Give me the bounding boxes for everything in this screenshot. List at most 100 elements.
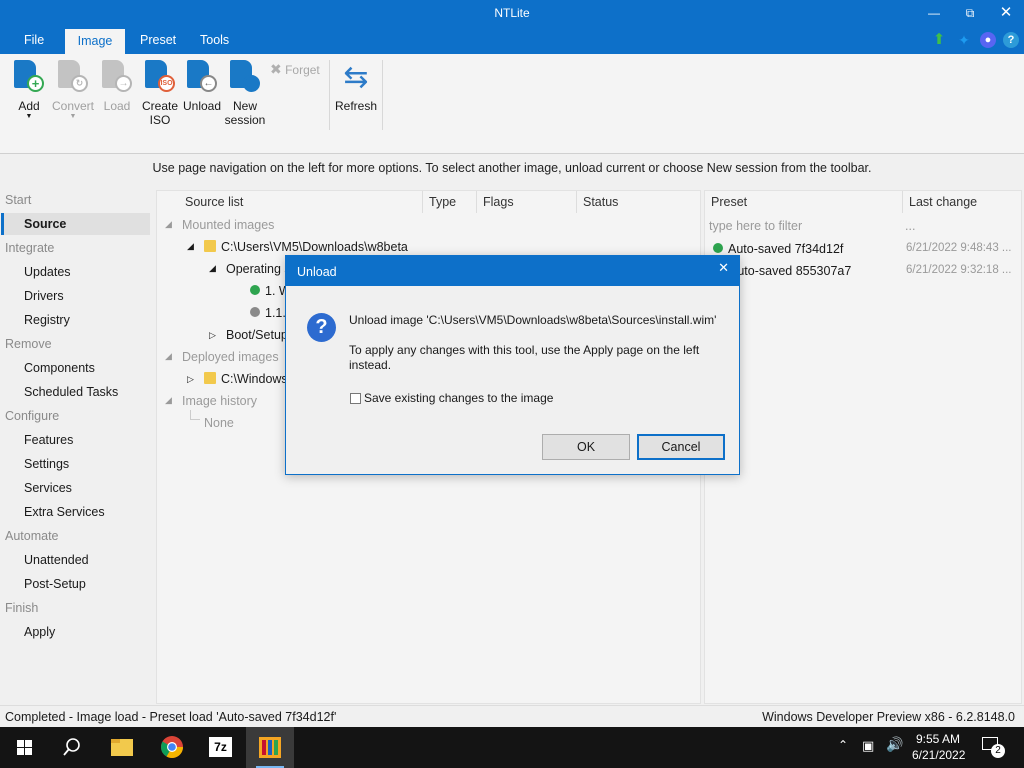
- dialog-note: To apply any changes with this tool, use…: [349, 343, 700, 372]
- clock[interactable]: 9:55 AM 6/21/2022: [912, 731, 965, 763]
- ok-button[interactable]: OK: [542, 434, 630, 460]
- new-session-icon: [228, 60, 262, 96]
- discord-icon[interactable]: ●: [980, 32, 996, 48]
- status-right-text: Windows Developer Preview x86 - 6.2.8148…: [762, 710, 1015, 724]
- 7zip-button[interactable]: 7z: [197, 727, 245, 768]
- column-status[interactable]: Status: [577, 191, 701, 213]
- nav-item-registry[interactable]: Registry: [24, 313, 70, 327]
- nav-item-updates[interactable]: Updates: [24, 265, 71, 279]
- file-explorer-button[interactable]: [98, 727, 146, 768]
- nav-item-scheduled-tasks[interactable]: Scheduled Tasks: [24, 385, 118, 399]
- tree-deployed-path[interactable]: C:\Windows: [204, 372, 288, 386]
- nav-item-features[interactable]: Features: [24, 433, 73, 447]
- taskbar: 7z ⌃ ▣ 🔊 9:55 AM 6/21/2022 2: [0, 727, 1024, 768]
- ntlite-taskbar-button[interactable]: [246, 727, 294, 768]
- refresh-button[interactable]: ⇆ Refresh: [334, 60, 378, 113]
- nav-item-services[interactable]: Services: [24, 481, 72, 495]
- column-last-change[interactable]: Last change: [903, 191, 1021, 213]
- tree-operating-systems[interactable]: Operating s: [226, 262, 291, 276]
- unload-dialog: Unload ✕ ? Unload image 'C:\Users\VM5\Do…: [285, 255, 740, 475]
- maximize-button[interactable]: ⧉: [955, 2, 985, 24]
- column-flags[interactable]: Flags: [477, 191, 577, 213]
- tree-image-item-2[interactable]: 1.1.: [250, 306, 286, 320]
- nav-item-unattended[interactable]: Unattended: [24, 553, 89, 567]
- start-button[interactable]: [0, 727, 48, 768]
- tab-preset[interactable]: Preset: [128, 27, 188, 54]
- column-type[interactable]: Type: [423, 191, 477, 213]
- expand-arrow-icon[interactable]: ▷: [187, 374, 194, 385]
- cancel-button[interactable]: Cancel: [637, 434, 725, 460]
- preset-row[interactable]: Auto-saved 855307a7: [729, 264, 851, 278]
- dropdown-arrow-icon: ▼: [69, 113, 77, 120]
- add-button[interactable]: + Add ▼: [7, 60, 51, 121]
- close-window-button[interactable]: ✕: [991, 2, 1021, 24]
- notification-center-icon[interactable]: 2: [982, 737, 1005, 758]
- collapse-arrow-icon[interactable]: ◢: [165, 395, 172, 406]
- collapse-arrow-icon[interactable]: ◢: [187, 241, 194, 252]
- network-icon[interactable]: ▣: [862, 738, 874, 754]
- dropdown-arrow-icon: ▼: [25, 113, 33, 120]
- chrome-button[interactable]: [148, 727, 196, 768]
- nav-item-extra-services[interactable]: Extra Services: [24, 505, 105, 519]
- update-arrow-icon[interactable]: ⬆: [931, 32, 947, 48]
- nav-item-components[interactable]: Components: [24, 361, 95, 375]
- nav-item-drivers[interactable]: Drivers: [24, 289, 64, 303]
- load-icon: →: [100, 60, 134, 96]
- collapse-arrow-icon[interactable]: ◢: [165, 351, 172, 362]
- dialog-close-icon[interactable]: ✕: [718, 260, 729, 276]
- dialog-message: Unload image 'C:\Users\VM5\Downloads\w8b…: [349, 313, 717, 327]
- tree-deployed-images[interactable]: Deployed images: [182, 350, 279, 364]
- collapse-arrow-icon[interactable]: ◢: [209, 263, 216, 274]
- status-left-text: Completed - Image load - Preset load 'Au…: [5, 710, 337, 724]
- nav-item-apply[interactable]: Apply: [24, 625, 55, 639]
- nav-item-source[interactable]: Source: [24, 217, 66, 231]
- save-changes-checkbox[interactable]: [350, 393, 361, 404]
- question-icon: ?: [307, 313, 336, 342]
- search-button[interactable]: [48, 727, 96, 768]
- search-icon: [63, 738, 80, 756]
- tree-boot-setup[interactable]: Boot/Setup: [226, 328, 288, 342]
- folder-icon: [111, 739, 133, 756]
- tab-image[interactable]: Image: [65, 29, 125, 54]
- nav-group-configure: Configure: [5, 409, 60, 423]
- preset-row[interactable]: Auto-saved 7f34d12f: [713, 242, 843, 256]
- preset-filter-input[interactable]: type here to filter: [709, 219, 802, 233]
- nav-group-start: Start: [5, 193, 32, 207]
- convert-button[interactable]: ↻ Convert ▼: [51, 60, 95, 121]
- volume-icon[interactable]: 🔊: [886, 736, 903, 753]
- twitter-icon[interactable]: ✦: [956, 32, 972, 48]
- ribbon-toolbar: + Add ▼ ↻ Convert ▼ → Load ISO Create IS…: [0, 54, 1024, 154]
- add-image-icon: +: [12, 60, 46, 96]
- dialog-title: Unload: [286, 256, 739, 286]
- minimize-button[interactable]: —: [919, 2, 949, 24]
- left-navigation: Start Source Integrate Updates Drivers R…: [0, 189, 152, 704]
- tab-tools[interactable]: Tools: [188, 27, 241, 54]
- collapse-arrow-icon[interactable]: ◢: [165, 219, 172, 230]
- nav-item-post-setup[interactable]: Post-Setup: [24, 577, 86, 591]
- save-changes-label[interactable]: Save existing changes to the image: [364, 391, 553, 405]
- unload-button[interactable]: ← Unload: [180, 60, 224, 113]
- chrome-icon: [161, 736, 183, 758]
- window-title: NTLite: [494, 6, 530, 20]
- preset-filter-more[interactable]: ...: [905, 219, 915, 233]
- info-text: Use page navigation on the left for more…: [0, 155, 1024, 181]
- ribbon-separator: [382, 60, 383, 130]
- preset-row-time: 6/21/2022 9:48:43 ...: [906, 242, 1012, 254]
- preset-panel: Preset Last change type here to filter .…: [704, 190, 1022, 704]
- tree-image-history[interactable]: Image history: [182, 394, 257, 408]
- active-preset-dot-icon: [713, 243, 723, 253]
- ribbon-separator: [329, 60, 330, 130]
- column-source-list[interactable]: Source list: [179, 191, 423, 213]
- column-preset[interactable]: Preset: [705, 191, 903, 213]
- help-icon[interactable]: ?: [1003, 32, 1019, 48]
- new-session-button[interactable]: New session: [222, 60, 268, 127]
- tree-mounted-path[interactable]: C:\Users\VM5\Downloads\w8beta: [204, 240, 408, 254]
- forget-button[interactable]: ✖ Forget: [270, 61, 320, 78]
- tab-file[interactable]: File: [12, 27, 56, 54]
- create-iso-button[interactable]: ISO Create ISO: [138, 60, 182, 127]
- tree-mounted-images[interactable]: Mounted images: [182, 218, 274, 232]
- nav-item-settings[interactable]: Settings: [24, 457, 69, 471]
- load-button[interactable]: → Load: [95, 60, 139, 113]
- expand-arrow-icon[interactable]: ▷: [209, 330, 216, 341]
- show-hidden-icons-icon[interactable]: ⌃: [838, 738, 848, 752]
